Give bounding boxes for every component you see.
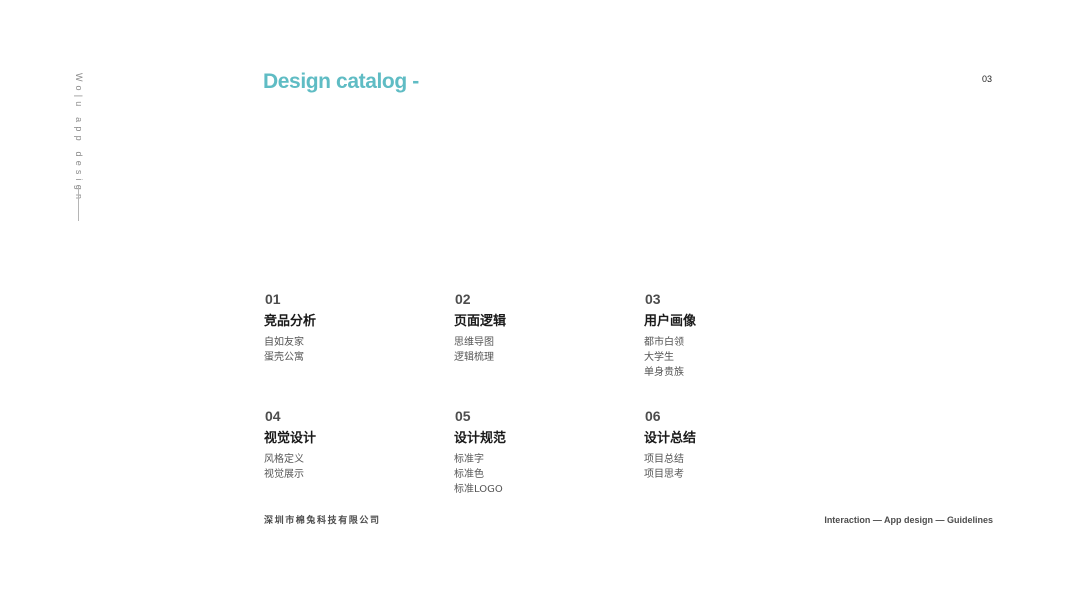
section-number: 04 (265, 408, 281, 424)
catalog-section-06: 06 设计总结 项目总结 项目思考 (644, 407, 814, 482)
section-item: 标准LOGO (454, 484, 503, 495)
page-title: Design catalog - (263, 70, 419, 93)
section-item: 都市白领 (644, 337, 684, 348)
section-number: 06 (645, 408, 661, 424)
section-number: 02 (455, 291, 471, 307)
catalog-section-03: 03 用户画像 都市白领 大学生 单身贵族 (644, 290, 814, 380)
section-item: 项目总结 (644, 454, 684, 465)
section-item: 标准色 (454, 469, 484, 480)
section-title: 用户画像 (644, 314, 697, 329)
section-number: 05 (455, 408, 471, 424)
catalog-section-05: 05 设计规范 标准字 标准色 标准LOGO (454, 407, 624, 497)
section-item-list: 自如友家 蛋壳公寓 (264, 335, 434, 365)
catalog-section-01: 01 竞品分析 自如友家 蛋壳公寓 (264, 290, 434, 365)
section-item: 标准字 (454, 454, 484, 465)
section-item: 单身贵族 (644, 367, 684, 378)
side-divider-line (78, 186, 79, 221)
section-item: 风格定义 (264, 454, 304, 465)
section-item-list: 风格定义 视觉展示 (264, 452, 434, 482)
section-item-list: 思维导图 逻辑梳理 (454, 335, 624, 365)
section-number: 03 (645, 291, 661, 307)
section-item: 蛋壳公寓 (264, 352, 304, 363)
section-title: 竞品分析 (264, 314, 317, 329)
section-title: 视觉设计 (264, 431, 317, 446)
catalog-section-04: 04 视觉设计 风格定义 视觉展示 (264, 407, 434, 482)
section-number: 01 (265, 291, 281, 307)
section-item: 自如友家 (264, 337, 304, 348)
section-item: 项目思考 (644, 469, 684, 480)
section-item-list: 项目总结 项目思考 (644, 452, 814, 482)
catalog-section-02: 02 页面逻辑 思维导图 逻辑梳理 (454, 290, 624, 365)
section-item-list: 标准字 标准色 标准LOGO (454, 452, 624, 497)
side-brand-text: Wo|u app design (74, 73, 84, 204)
section-item: 逻辑梳理 (454, 352, 494, 363)
section-item: 大学生 (644, 352, 674, 363)
footer-tagline: Interaction — App design — Guidelines (824, 515, 993, 525)
section-title: 设计总结 (644, 431, 697, 446)
section-item: 视觉展示 (264, 469, 304, 480)
page-number: 03 (982, 74, 993, 84)
section-item: 思维导图 (454, 337, 494, 348)
section-title: 页面逻辑 (454, 314, 507, 329)
section-item-list: 都市白领 大学生 单身贵族 (644, 335, 814, 380)
section-title: 设计规范 (454, 431, 507, 446)
company-name: 深圳市棉兔科技有限公司 (264, 516, 381, 526)
